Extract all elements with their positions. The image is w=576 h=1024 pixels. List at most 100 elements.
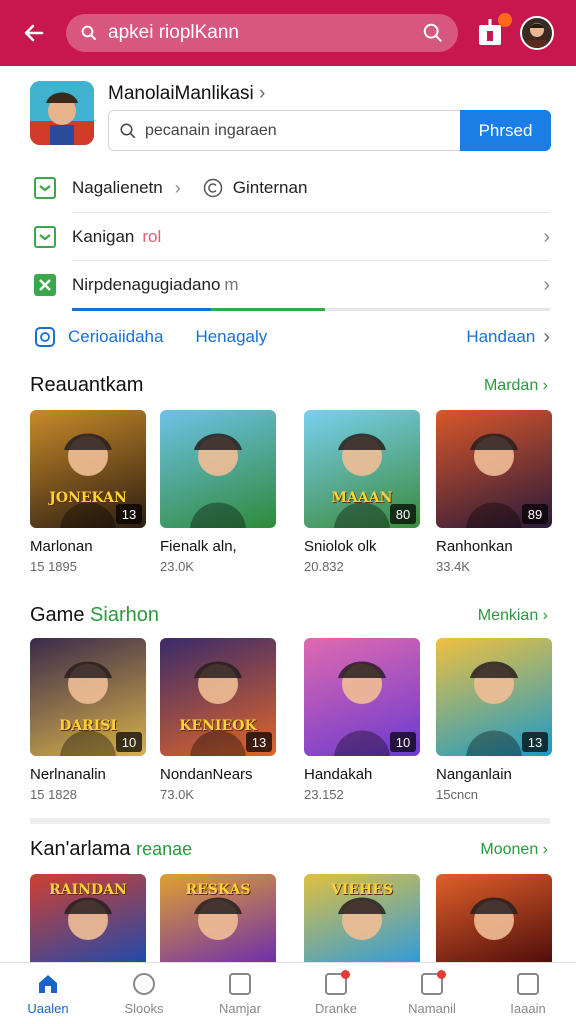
nav-item-namanil[interactable]: Namanil (384, 963, 480, 1024)
checkbox-icon (34, 177, 56, 199)
game-thumbnail[interactable]: 10 (304, 638, 420, 756)
nav-item-dranke[interactable]: Dranke (288, 963, 384, 1024)
rating-badge: 89 (522, 504, 548, 524)
back-button[interactable] (16, 15, 52, 51)
nav-item-slooks[interactable]: Slooks (96, 963, 192, 1024)
nav-item-namjar[interactable]: Namjar (192, 963, 288, 1024)
game-thumbnail[interactable]: VIEHES (304, 874, 420, 968)
checkbox-icon (34, 226, 56, 248)
nav-item-iaaain[interactable]: Iaaain (480, 963, 576, 1024)
chevron-right-icon: › (174, 177, 181, 198)
nav-label: Uaalen (27, 1000, 69, 1016)
rating-badge: 13 (246, 732, 272, 752)
divider (72, 212, 550, 213)
chevron-right-icon: › (543, 325, 550, 348)
game-downloads: 15 1828 (30, 787, 77, 802)
chevron-right-icon: › (543, 273, 550, 296)
rating-badge: 10 (116, 732, 142, 752)
search-icon (120, 123, 136, 138)
check-icon (34, 274, 56, 296)
game-thumbnail[interactable]: RAINDAN (30, 874, 146, 968)
game-thumbnail[interactable] (436, 874, 552, 968)
progress-fill (72, 308, 326, 311)
rating-badge: 80 (390, 504, 416, 524)
divider (72, 260, 550, 261)
chevron-right-icon: › (543, 225, 550, 248)
find-button[interactable]: Phrsed (460, 110, 551, 151)
game-thumbnail[interactable]: MAAAN 80 (304, 410, 420, 528)
nav-label: Slooks (124, 1000, 164, 1016)
shield-icon (35, 327, 55, 347)
game-card[interactable]: VIEHES (304, 874, 420, 968)
link-row: Cerioaiidaha Henagaly Handaan › (34, 324, 550, 350)
link-left[interactable]: Cerioaiidaha (68, 327, 163, 347)
game-downloads: 23.0K (160, 559, 194, 574)
rating-badge: 13 (116, 504, 142, 524)
apps-icon (229, 972, 251, 995)
profile-icon (517, 972, 539, 995)
option-label: Nirpdenagugiadano (72, 275, 221, 294)
game-card[interactable]: Fienalk aln, 23.0K (160, 410, 276, 574)
game-card[interactable]: RAINDAN (30, 874, 146, 968)
search-icon (81, 25, 96, 40)
game-card[interactable]: JONEKAN 13 Marlonan 15 1895 (30, 410, 146, 574)
game-card[interactable]: DARISI 10 Nerlnanalin 15 1828 (30, 638, 146, 802)
game-art-title: VIEHES (330, 882, 394, 898)
game-card[interactable]: RESKAS (160, 874, 276, 968)
section-more-2[interactable]: Menkian › (478, 607, 548, 625)
section-title-3: Kan'arlama reanae (30, 838, 193, 860)
bottom-navigation: Uaalen Slooks Namjar Dranke Namanil Iaaain (0, 962, 576, 1024)
game-thumbnail[interactable]: KENIEOK 13 (160, 638, 276, 756)
nav-label: Iaaain (510, 1000, 546, 1016)
nav-item-uaalen[interactable]: Uaalen (0, 963, 96, 1024)
game-title: Fienalk aln, (160, 538, 237, 555)
game-card[interactable]: 10 Handakah 23.152 (304, 638, 420, 802)
game-title: Marlonan (30, 538, 93, 555)
app-title[interactable]: ManolaiManlikasi › (108, 83, 265, 105)
game-thumbnail[interactable]: RESKAS (160, 874, 276, 968)
game-title: Nanganlain (436, 766, 512, 783)
notification-dot (341, 969, 350, 979)
game-card[interactable]: 13 Nanganlain 15cncn (436, 638, 552, 802)
game-thumbnail[interactable]: 89 (436, 410, 552, 528)
section-more-1[interactable]: Mardan › (484, 377, 548, 395)
game-thumbnail[interactable] (160, 410, 276, 528)
game-thumbnail[interactable]: DARISI 10 (30, 638, 146, 756)
game-card[interactable]: 89 Ranhonkan 33.4K (436, 410, 552, 574)
game-title: Handakah (304, 766, 373, 783)
nav-label: Namanil (408, 1000, 456, 1016)
option-row-2[interactable]: Kanigan rol › (34, 226, 550, 248)
section-divider (30, 818, 550, 824)
link-middle[interactable]: Henagaly (195, 327, 267, 347)
option-row-1[interactable]: Nagalienetn › Ginternan (34, 177, 550, 199)
app-search-input[interactable]: pecanain ingaraen (145, 122, 277, 140)
game-card[interactable]: MAAAN 80 Sniolok olk 20.832 (304, 410, 420, 574)
game-thumbnail[interactable]: 13 (436, 638, 552, 756)
section-more-3[interactable]: Moonen › (480, 841, 548, 859)
option-extra: Ginternan (232, 178, 308, 197)
search-input[interactable]: apkei rioplKann (108, 22, 422, 44)
game-downloads: 15cncn (436, 787, 478, 802)
game-downloads: 23.152 (304, 787, 344, 802)
game-title: NondanNears (160, 766, 253, 783)
notification-dot (437, 969, 446, 979)
app-search-field[interactable]: pecanain ingaraen (108, 110, 460, 151)
game-title: Nerlnanalin (30, 766, 106, 783)
game-card[interactable]: KENIEOK 13 NondanNears 73.0K (160, 638, 276, 802)
game-art-title: RESKAS (185, 882, 251, 898)
updates-icon (325, 969, 350, 995)
notification-button[interactable] (476, 13, 512, 49)
app-header: ManolaiManlikasi › pecanain ingaraen Phr… (30, 81, 551, 151)
link-right[interactable]: Handaan (466, 327, 535, 347)
notification-badge (498, 13, 512, 27)
game-thumbnail[interactable]: JONEKAN 13 (30, 410, 146, 528)
search-submit-icon[interactable] (422, 22, 444, 44)
option-row-3[interactable]: Nirpdenagugiadano m › (34, 274, 550, 296)
app-icon[interactable] (30, 81, 94, 145)
gift-icon (421, 969, 446, 995)
chevron-right-icon: › (259, 83, 266, 104)
option-extra: m (224, 275, 239, 294)
game-card[interactable] (436, 874, 552, 968)
search-bar[interactable]: apkei rioplKann (66, 14, 458, 52)
avatar[interactable] (520, 16, 554, 50)
